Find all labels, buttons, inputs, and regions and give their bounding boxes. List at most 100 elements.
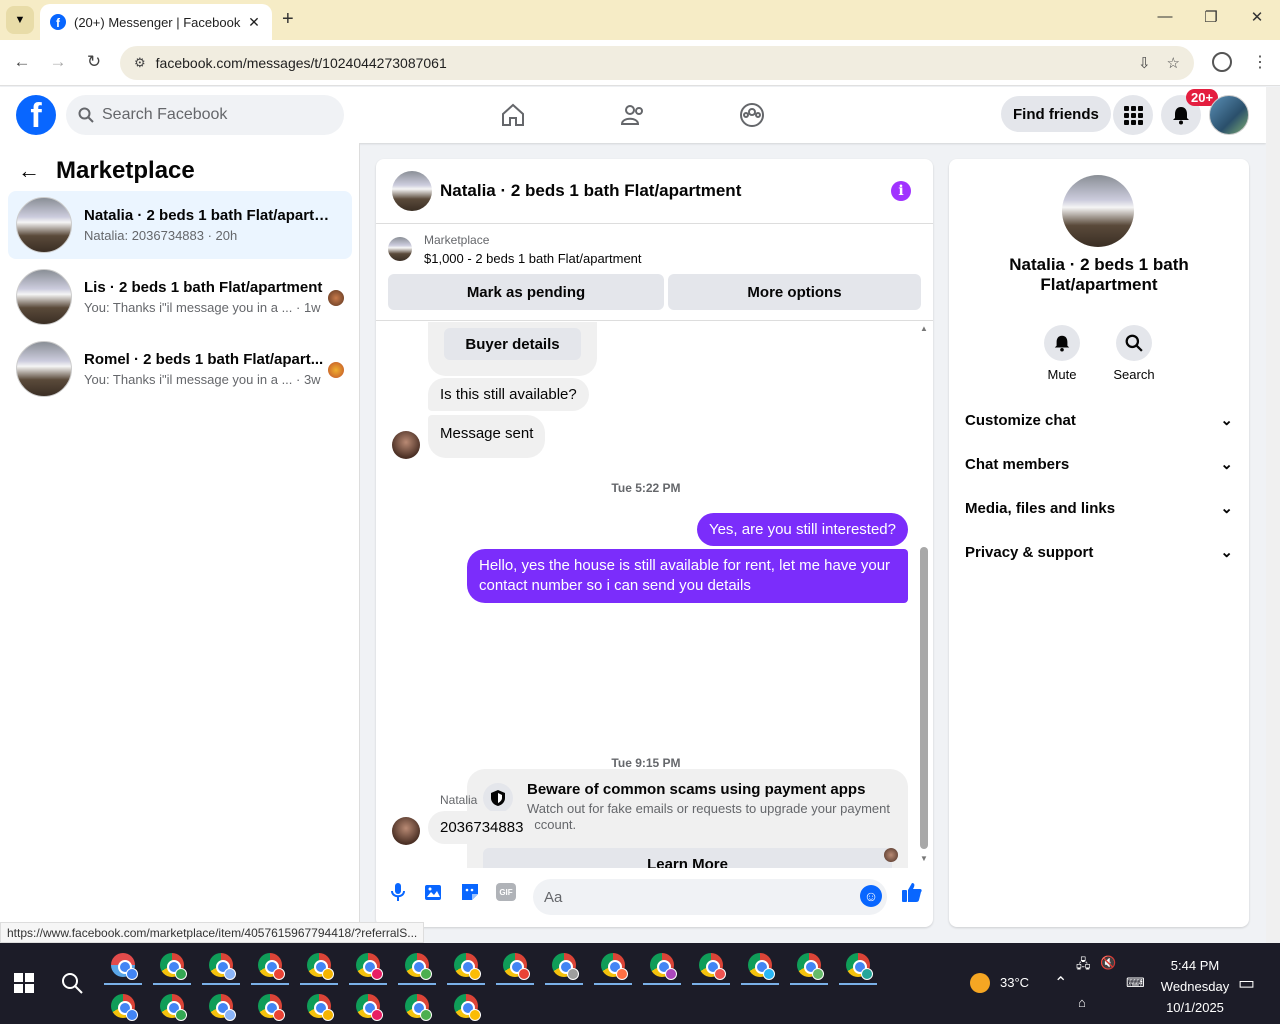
menu-grid-icon[interactable]: [1113, 95, 1153, 135]
info-icon[interactable]: i: [891, 181, 911, 201]
conversation-item[interactable]: Romel · 2 beds 1 bath Flat/apart... You:…: [8, 335, 352, 403]
microphone-icon[interactable]: [387, 881, 409, 903]
chrome-window-icon[interactable]: [258, 994, 285, 1021]
clock[interactable]: 5:44 PM Wednesday 10/1/2025: [1150, 955, 1240, 1018]
listing-thumbnail: [16, 341, 72, 397]
emoji-icon[interactable]: ☺: [860, 885, 882, 907]
taskbar-app-icon[interactable]: [111, 953, 138, 980]
chrome-window-icon[interactable]: [160, 953, 187, 980]
chrome-window-icon[interactable]: [503, 953, 530, 980]
sender-avatar[interactable]: [392, 817, 420, 845]
profile-badge-icon: [469, 1009, 481, 1021]
chrome-window-icon[interactable]: [405, 953, 432, 980]
forward-icon[interactable]: →: [46, 52, 70, 72]
buyer-details-button[interactable]: Buyer details: [444, 328, 581, 360]
search-in-chat-button[interactable]: Search: [1104, 325, 1164, 382]
scrollbar-thumb[interactable]: [920, 547, 928, 849]
chrome-window-icon[interactable]: [650, 953, 677, 980]
minimize-icon[interactable]: —: [1150, 8, 1180, 25]
chrome-window-icon[interactable]: [405, 994, 432, 1021]
customize-chat-row[interactable]: Customize chat ⌄: [965, 408, 1233, 432]
page-scrollbar[interactable]: [1266, 87, 1280, 943]
more-options-button[interactable]: More options: [668, 274, 921, 310]
restore-icon[interactable]: ❐: [1196, 8, 1226, 26]
home-icon[interactable]: [497, 99, 529, 131]
message-input-wrap[interactable]: [533, 879, 887, 915]
sender-avatar[interactable]: [392, 431, 420, 459]
window-close-icon[interactable]: ✕: [1242, 8, 1272, 26]
learn-more-button[interactable]: Learn More: [483, 848, 892, 868]
chrome-window-icon[interactable]: [748, 953, 775, 980]
install-app-icon[interactable]: ⇩: [1138, 54, 1151, 72]
listing-price[interactable]: $1,000 - 2 beds 1 bath Flat/apartment: [424, 251, 642, 266]
chrome-window-icon[interactable]: [454, 994, 481, 1021]
listing-thumbnail[interactable]: [388, 237, 412, 261]
chrome-window-icon[interactable]: [552, 953, 579, 980]
scroll-down-icon[interactable]: ▼: [920, 854, 928, 863]
gif-icon[interactable]: GIF: [495, 881, 517, 903]
profile-badge-icon: [763, 968, 775, 980]
mark-pending-button[interactable]: Mark as pending: [388, 274, 664, 310]
conversation-item[interactable]: Natalia · 2 beds 1 bath Flat/apartm... N…: [8, 191, 352, 259]
account-avatar[interactable]: [1209, 95, 1249, 135]
mute-button[interactable]: Mute: [1032, 325, 1092, 382]
photo-icon[interactable]: [423, 881, 445, 903]
weather-icon[interactable]: [970, 973, 990, 993]
find-friends-button[interactable]: Find friends: [1001, 96, 1111, 132]
groups-icon[interactable]: [736, 99, 768, 131]
chrome-window-icon[interactable]: [356, 994, 383, 1021]
chrome-window-icon[interactable]: [160, 994, 187, 1021]
facebook-logo-icon[interactable]: f: [16, 95, 56, 135]
listing-thumbnail-large[interactable]: [1062, 175, 1134, 247]
chrome-window-icon[interactable]: [356, 953, 383, 980]
reload-icon[interactable]: ↻: [82, 52, 106, 72]
browser-menu-icon[interactable]: ⋮: [1252, 52, 1268, 72]
chrome-window-icon[interactable]: [111, 994, 138, 1021]
profile-badge-icon: [126, 968, 138, 980]
volume-muted-icon[interactable]: 🔇: [1100, 955, 1116, 971]
chrome-window-icon[interactable]: [209, 994, 236, 1021]
facebook-favicon-icon: f: [50, 14, 66, 30]
friends-icon[interactable]: [617, 99, 649, 131]
new-tab-icon[interactable]: +: [282, 8, 294, 31]
back-icon[interactable]: ←: [10, 52, 34, 72]
chat-listing-thumbnail[interactable]: [392, 171, 432, 211]
close-tab-icon[interactable]: ✕: [246, 14, 262, 31]
chrome-window-icon[interactable]: [454, 953, 481, 980]
chrome-window-icon[interactable]: [307, 953, 334, 980]
chrome-window-icon[interactable]: [699, 953, 726, 980]
privacy-support-row[interactable]: Privacy & support ⌄: [965, 540, 1233, 564]
chrome-window-icon[interactable]: [307, 994, 334, 1021]
windows-start-icon[interactable]: [14, 973, 34, 993]
chrome-window-icon[interactable]: [846, 953, 873, 980]
network-icon[interactable]: 🖧: [1076, 955, 1091, 977]
scroll-up-icon[interactable]: ▲: [920, 324, 928, 333]
notifications-center-icon[interactable]: ▭: [1238, 973, 1255, 994]
chrome-window-icon[interactable]: [209, 953, 236, 980]
sticker-icon[interactable]: [459, 881, 481, 903]
browser-tab[interactable]: f (20+) Messenger | Facebook ✕: [40, 4, 272, 40]
chrome-window-icon[interactable]: [797, 953, 824, 980]
tray-chevron-icon[interactable]: ⌃: [1054, 973, 1067, 993]
url-field[interactable]: ⚙ facebook.com/messages/t/10240442730870…: [120, 46, 1194, 80]
chrome-window-icon[interactable]: [258, 953, 285, 980]
meet-icon[interactable]: ⌂: [1078, 995, 1086, 1010]
keyboard-icon[interactable]: ⌨: [1126, 975, 1145, 991]
browser-profile-icon[interactable]: [1212, 52, 1232, 72]
thumbs-up-icon[interactable]: [899, 881, 925, 903]
site-info-icon[interactable]: ⚙: [134, 55, 146, 71]
conversation-item[interactable]: Lis · 2 beds 1 bath Flat/apartment You: …: [8, 263, 352, 331]
search-input[interactable]: [102, 106, 322, 124]
facebook-search[interactable]: [66, 95, 344, 135]
media-files-links-row[interactable]: Media, files and links ⌄: [965, 496, 1233, 520]
chrome-window-icon[interactable]: [601, 953, 628, 980]
back-arrow-icon[interactable]: ←: [18, 158, 40, 184]
temperature[interactable]: 33°C: [1000, 975, 1029, 990]
address-bar: ← → ↻ ⚙ facebook.com/messages/t/10240442…: [0, 40, 1280, 86]
chat-scrollbar[interactable]: ▲ ▼: [918, 322, 930, 868]
taskbar-search-icon[interactable]: [60, 971, 84, 995]
bookmark-star-icon[interactable]: ☆: [1167, 54, 1180, 72]
chat-members-row[interactable]: Chat members ⌄: [965, 452, 1233, 476]
message-input[interactable]: [544, 888, 844, 906]
tab-search-dropdown[interactable]: ▼: [6, 6, 34, 34]
